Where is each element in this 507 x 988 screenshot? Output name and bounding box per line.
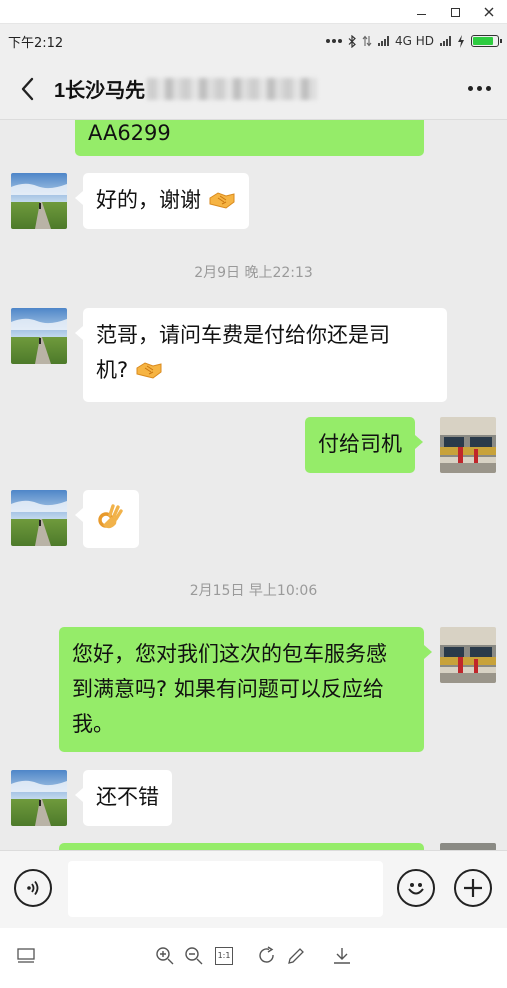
message-bubble-other[interactable]: 好的，谢谢 — [75, 173, 249, 229]
timestamp: 2月15日 早上10:06 — [189, 583, 318, 599]
message-bubble-other[interactable] — [75, 490, 139, 548]
bus-avatar-image — [440, 843, 496, 850]
more-dot — [476, 86, 482, 91]
message-text-line: 您好，您对我们这次的包车服务感 — [72, 642, 387, 666]
window-close-button[interactable] — [472, 0, 506, 24]
ok-hand-emoji-icon — [98, 504, 123, 529]
avatar-self[interactable] — [440, 843, 496, 850]
message-text-line: 范哥，请问车费是付给你还是司 — [96, 323, 390, 347]
window-maximize-button[interactable] — [438, 0, 472, 24]
download-icon — [334, 948, 350, 964]
back-chevron-icon — [21, 77, 34, 100]
zoom-in-button[interactable] — [153, 944, 177, 968]
message-text: 还不错 — [96, 785, 159, 809]
screen-icon — [17, 948, 35, 963]
actual-size-button[interactable]: 1:1 — [212, 944, 236, 968]
message-bubble-self[interactable]: 付给司机 — [305, 417, 423, 473]
signal-icon-2 — [440, 36, 451, 46]
screen-button[interactable] — [14, 944, 38, 968]
status-icons: 4G HD — [325, 34, 502, 48]
signal-icon — [377, 36, 389, 46]
message-bubble-self[interactable] — [59, 843, 424, 850]
bluetooth-icon — [348, 34, 356, 48]
avatar-contact[interactable] — [11, 490, 67, 546]
message-bubble-self[interactable]: 您好，您对我们这次的包车服务感 到满意吗? 如果有问题可以反应给 我。 — [59, 627, 432, 752]
download-button[interactable] — [330, 944, 354, 968]
smiley-icon — [408, 883, 424, 895]
avatar-self[interactable] — [440, 627, 496, 683]
edit-button[interactable] — [284, 944, 308, 968]
avatar-contact[interactable] — [11, 173, 67, 229]
message-bubble-other[interactable]: 还不错 — [75, 770, 172, 826]
status-time: 下午2:12 — [8, 35, 64, 51]
window-minimize-button[interactable] — [404, 0, 438, 24]
title-blurred-region — [147, 77, 318, 100]
emoji-button[interactable] — [397, 869, 435, 907]
message-text-line: 我。 — [72, 712, 114, 736]
avatar-self[interactable] — [440, 417, 496, 473]
edit-icon — [288, 948, 304, 964]
message-text: 机? — [96, 358, 129, 382]
message-bubble-self[interactable]: AA6299 — [75, 120, 424, 156]
more-dot — [485, 86, 491, 91]
handshake-emoji-icon — [136, 362, 162, 379]
bus-avatar-image — [440, 627, 496, 683]
message-text-line: 机? — [96, 353, 434, 388]
message-list[interactable]: AA6299 好的，谢谢 2月9日 晚上22:13 范哥，请问车费是付给你还是司… — [0, 120, 507, 850]
battery-icon — [471, 35, 502, 47]
message-text: AA6299 — [88, 121, 171, 145]
rotate-button[interactable] — [255, 944, 279, 968]
more-dots-icon — [325, 39, 342, 43]
voice-icon — [27, 880, 39, 896]
status-bar: 下午2:12 4G HD — [0, 24, 507, 58]
data-arrows-icon — [362, 35, 372, 47]
more-dot — [467, 86, 473, 91]
input-bar — [0, 850, 507, 928]
handshake-emoji-icon — [209, 192, 235, 209]
bus-avatar-image — [440, 417, 496, 473]
network-type: 4G HD — [394, 34, 434, 48]
message-input[interactable] — [68, 861, 383, 917]
minimize-icon — [416, 14, 426, 15]
back-button[interactable] — [0, 58, 54, 120]
emulator-toolbar: 1:1 — [0, 928, 507, 988]
plus-button[interactable] — [454, 869, 492, 907]
chat-title: 1长沙马先 — [54, 80, 146, 102]
charging-icon — [458, 34, 464, 48]
landscape-avatar-image — [11, 308, 67, 364]
plus-icon — [464, 879, 482, 897]
zoom-in-icon — [156, 947, 174, 965]
message-bubble-other[interactable]: 范哥，请问车费是付给你还是司 机? — [75, 308, 447, 402]
chat-more-button[interactable] — [451, 58, 507, 120]
landscape-avatar-image — [11, 490, 67, 546]
message-text-line: 到满意吗? 如果有问题可以反应给 — [72, 677, 384, 701]
chat-header: 1长沙马先 — [0, 58, 507, 120]
maximize-icon — [450, 7, 460, 17]
message-text: 付给司机 — [318, 432, 402, 456]
window-title-bar — [0, 0, 507, 24]
close-icon — [484, 7, 494, 17]
landscape-avatar-image — [11, 770, 67, 826]
zoom-out-button[interactable] — [182, 944, 206, 968]
battery-level — [473, 37, 494, 45]
actual-size-icon: 1:1 — [215, 947, 233, 965]
voice-button[interactable] — [14, 869, 52, 907]
message-text: 好的，谢谢 — [96, 188, 201, 212]
zoom-out-icon — [185, 947, 203, 965]
rotate-icon — [259, 946, 274, 963]
landscape-avatar-image — [11, 173, 67, 229]
avatar-contact[interactable] — [11, 308, 67, 364]
avatar-contact[interactable] — [11, 770, 67, 826]
timestamp: 2月9日 晚上22:13 — [194, 265, 313, 281]
